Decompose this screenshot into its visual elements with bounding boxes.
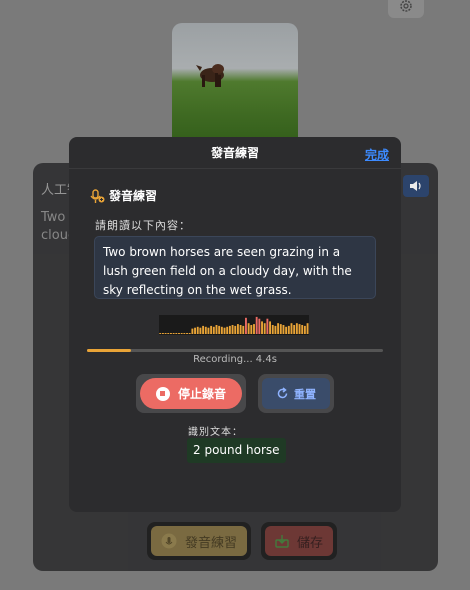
save-label: 儲存 [297, 535, 324, 551]
waveform-bar [186, 333, 188, 334]
waveform-bar [175, 333, 178, 334]
speaker-button[interactable] [403, 175, 429, 197]
waveform-bar [180, 333, 183, 334]
waveform-bar [194, 327, 196, 334]
passage-box: Two brown horses are seen grazing in a l… [94, 236, 376, 299]
settings-button[interactable] [388, 0, 424, 18]
waveform-bar [295, 323, 298, 334]
done-button[interactable]: 完成 [365, 146, 389, 163]
waveform-bar [306, 323, 309, 334]
waveform-bar [183, 333, 186, 334]
reset-label: 重置 [294, 387, 316, 401]
waveform-bar [274, 325, 277, 334]
waveform-bar [261, 321, 263, 334]
waveform-bar [258, 318, 261, 334]
download-icon [275, 535, 289, 548]
waveform-bar [303, 325, 306, 334]
section-title: 發音練習 [109, 189, 158, 203]
waveform-bar [285, 326, 288, 334]
waveform-bar [172, 333, 175, 334]
waveform-bar [269, 321, 271, 334]
card-actions: 發音練習 儲存 [147, 522, 338, 560]
waveform-bar [228, 325, 231, 334]
waveform-bar [167, 333, 170, 334]
waveform-bar [236, 324, 239, 334]
waveform-bar [301, 325, 304, 334]
waveform-bar [298, 324, 301, 334]
waveform-bar [253, 324, 255, 334]
practice-label: 發音練習 [185, 535, 238, 551]
waveform-bar [282, 325, 285, 334]
waveform-bar [196, 326, 199, 334]
waveform-bar [191, 328, 194, 334]
waveform-bar [279, 324, 282, 334]
waveform-bar [242, 325, 245, 334]
waveform-bar [263, 323, 266, 334]
waveform-bar [178, 333, 180, 334]
section-header: 發音練習 [89, 187, 157, 204]
waveform-bar [199, 327, 202, 334]
speaker-icon [410, 181, 421, 191]
waveform-bar [226, 326, 229, 334]
waveform-bar [159, 333, 162, 334]
waveform-bar [202, 325, 205, 334]
stop-recording-button[interactable]: 停止錄音 [140, 378, 242, 409]
waveform-bar [223, 327, 226, 334]
waveform-bar [271, 325, 274, 334]
horse-photo [172, 23, 298, 153]
waveform-bar [164, 333, 167, 334]
waveform-bar [293, 325, 296, 334]
stop-recording-wrapper: 停止錄音 [136, 374, 246, 413]
waveform-bar [161, 333, 164, 334]
horses-illustration [196, 64, 224, 87]
refresh-icon [277, 387, 288, 399]
modal-title: 發音練習 [210, 146, 259, 160]
waveform-bar [215, 325, 218, 334]
gear-icon [400, 0, 412, 12]
reset-wrapper: 重置 [258, 374, 334, 413]
waveform-bar [170, 333, 172, 334]
waveform-bar [287, 325, 290, 334]
waveform-bar [290, 323, 293, 334]
instruction-text: 請朗讀以下內容： [95, 219, 191, 232]
waveform-bar [277, 323, 280, 334]
waveform-bar [250, 325, 253, 334]
stop-icon [155, 386, 170, 401]
modal-header: 發音練習 完成 [69, 137, 401, 169]
recording-progress [87, 349, 383, 352]
recognized-label: 識別文本： [188, 427, 243, 438]
reset-button[interactable]: 重置 [262, 378, 330, 409]
waveform-bar [239, 325, 242, 334]
practice-button[interactable]: 發音練習 [147, 522, 252, 560]
mic-plus-icon [90, 188, 105, 203]
pronunciation-modal: 發音練習 完成 發音練習 請朗讀以下內容： Two brown horses a… [69, 137, 401, 512]
waveform-bar [207, 327, 210, 334]
mic-icon [161, 533, 177, 549]
waveform-bar [234, 325, 237, 334]
waveform-bar [247, 323, 250, 334]
waveform-bar [245, 317, 247, 334]
recording-progress-fill [87, 349, 132, 352]
waveform-bar [204, 326, 207, 334]
recognized-text: 2 pound horse [187, 438, 286, 463]
recording-status: Recording... 4.4s [193, 354, 277, 365]
waveform-bar [218, 325, 221, 334]
waveform-bar [231, 325, 234, 334]
waveform-bar [266, 318, 269, 334]
stop-label: 停止錄音 [177, 387, 226, 401]
waveform-bar [212, 326, 215, 334]
save-button[interactable]: 儲存 [261, 522, 338, 560]
waveform-bar [255, 316, 258, 334]
waveform-bar [210, 325, 213, 334]
waveform-bar [220, 326, 223, 334]
waveform-bar [188, 333, 191, 334]
audio-waveform [159, 315, 309, 335]
